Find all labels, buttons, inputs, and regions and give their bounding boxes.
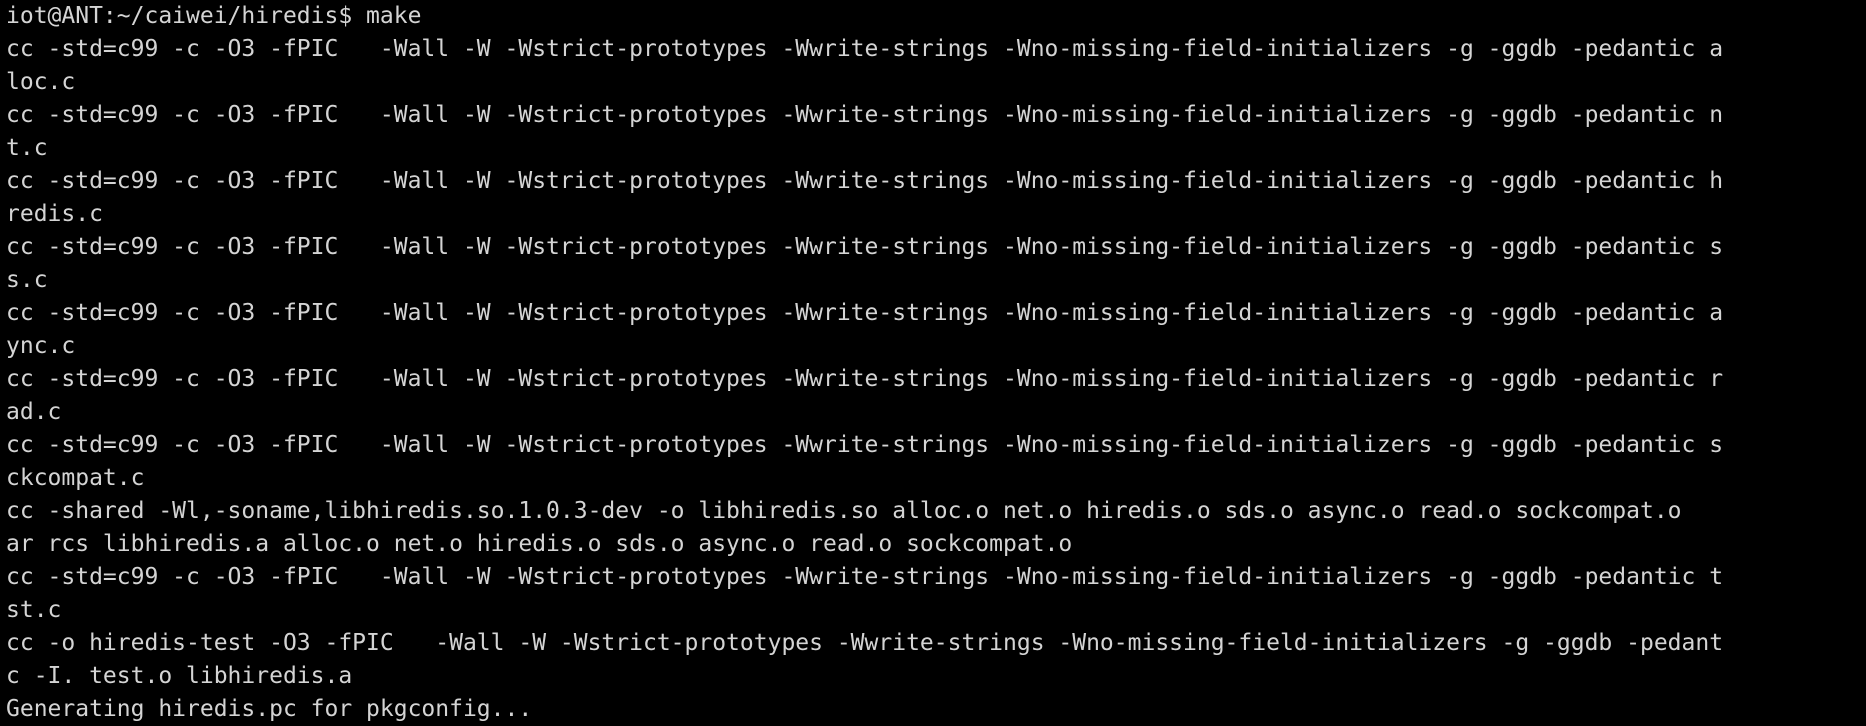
terminal-line: cc -std=c99 -c -O3 -fPIC -Wall -W -Wstri…	[6, 366, 1724, 392]
terminal-line: cc -std=c99 -c -O3 -fPIC -Wall -W -Wstri…	[6, 36, 1724, 62]
terminal-line: cc -std=c99 -c -O3 -fPIC -Wall -W -Wstri…	[6, 300, 1724, 326]
terminal-line: redis.c	[6, 201, 103, 227]
terminal-line: cc -std=c99 -c -O3 -fPIC -Wall -W -Wstri…	[6, 564, 1724, 590]
terminal-line: ync.c	[6, 333, 76, 359]
terminal-line: loc.c	[6, 69, 76, 95]
terminal-window[interactable]: iot@ANT:~/caiwei/hiredis$ make cc -std=c…	[0, 0, 1866, 725]
terminal-line: cc -std=c99 -c -O3 -fPIC -Wall -W -Wstri…	[6, 234, 1724, 260]
terminal-line: st.c	[6, 597, 62, 623]
terminal-line: cc -shared -Wl,-soname,libhiredis.so.1.0…	[6, 498, 1682, 524]
terminal-line: ar rcs libhiredis.a alloc.o net.o hiredi…	[6, 531, 1073, 557]
terminal-line: ad.c	[6, 399, 62, 425]
terminal-line: t.c	[6, 135, 48, 161]
terminal-line-prompt: iot@ANT:~/caiwei/hiredis$ make	[6, 3, 422, 29]
terminal-line: c -I. test.o libhiredis.a	[6, 663, 353, 689]
terminal-line: Generating hiredis.pc for pkgconfig...	[6, 696, 533, 722]
terminal-line: cc -std=c99 -c -O3 -fPIC -Wall -W -Wstri…	[6, 102, 1724, 128]
terminal-line: cc -std=c99 -c -O3 -fPIC -Wall -W -Wstri…	[6, 432, 1724, 458]
terminal-line: ckcompat.c	[6, 465, 145, 491]
terminal-line: s.c	[6, 267, 48, 293]
terminal-line: cc -std=c99 -c -O3 -fPIC -Wall -W -Wstri…	[6, 168, 1724, 194]
terminal-line: cc -o hiredis-test -O3 -fPIC -Wall -W -W…	[6, 630, 1724, 656]
